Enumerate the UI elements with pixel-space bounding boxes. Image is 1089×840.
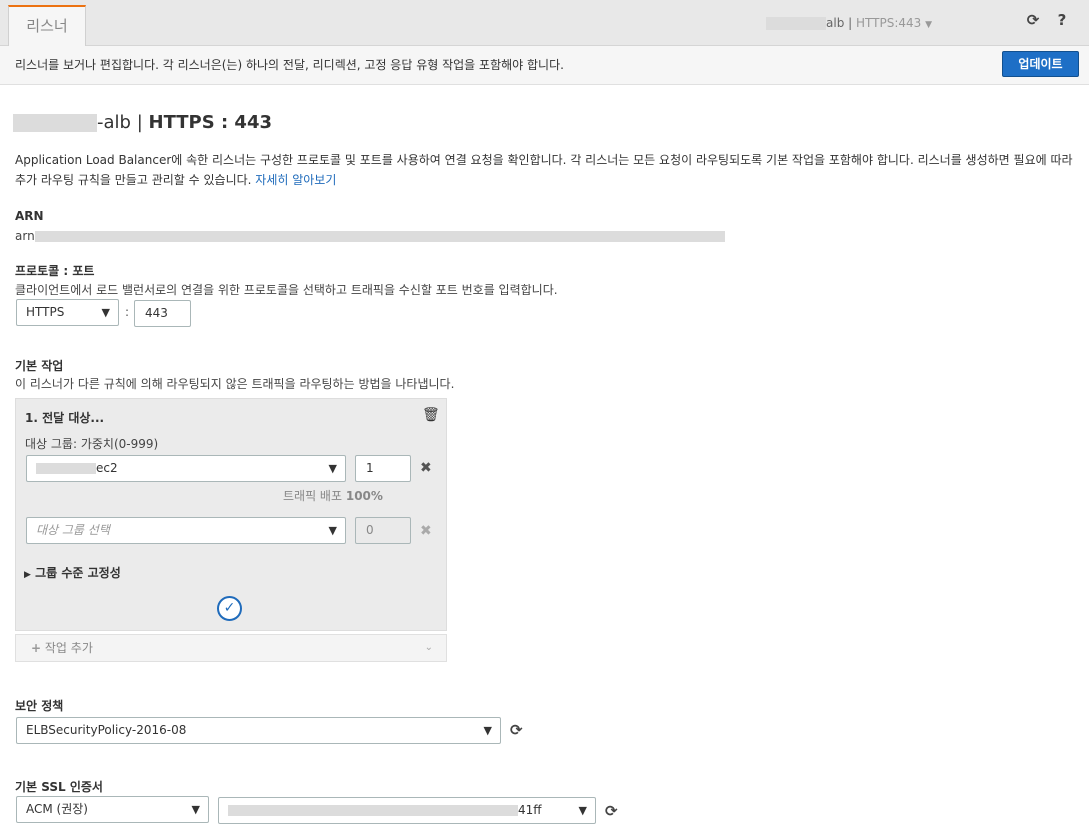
caret-down-icon: ▼ (483, 724, 492, 737)
redacted-lb-name (766, 17, 826, 30)
info-message: 리스너를 보거나 편집합니다. 각 리스너은(는) 하나의 전달, 리디렉션, … (15, 58, 564, 72)
title-separator: | (136, 112, 143, 133)
security-policy-select[interactable]: ELBSecurityPolicy-2016-08 ▼ (16, 717, 501, 744)
caret-down-icon: ▼ (578, 804, 587, 817)
traffic-distribution: 트래픽 배포 100% (283, 487, 383, 504)
colon-separator: : (125, 305, 130, 319)
caret-down-icon: ▼ (328, 524, 337, 537)
add-action-button[interactable]: + 작업 추가 ⌄ (15, 634, 447, 662)
arn-value: arn (15, 229, 725, 243)
action-title: 1. 전달 대상... (25, 411, 105, 425)
ssl-cert-label: 기본 SSL 인증서 (15, 780, 103, 794)
target-group-select[interactable]: ec2 ▼ (26, 455, 346, 482)
redacted-arn (34, 231, 725, 242)
protocol-port-label: 프로토콜 : 포트 (15, 264, 95, 278)
chevron-down-icon: ▼ (925, 20, 933, 30)
target-group-select-2[interactable]: 대상 그룹 선택 ▼ (26, 517, 346, 544)
title-protocol-port: HTTPS : 443 (148, 112, 273, 133)
certificate-select[interactable]: 41ff ▼ (218, 797, 596, 824)
refresh-icon[interactable]: ⟳ (1024, 11, 1042, 29)
traffic-value: 100% (345, 489, 383, 503)
page-description: Application Load Balancer에 속한 리스너는 구성한 프… (15, 150, 1085, 190)
arn-prefix: arn (15, 229, 35, 243)
caret-down-icon: ▼ (191, 803, 200, 816)
add-action-label: 작업 추가 (44, 641, 93, 655)
caret-right-icon: ▶ (24, 570, 31, 580)
tab-listeners[interactable]: 리스너 (8, 5, 86, 46)
target-group-label: 대상 그룹: 가중치(0-999) (25, 437, 159, 451)
refresh-policy-icon[interactable]: ⟳ (510, 721, 523, 739)
description-text: Application Load Balancer에 속한 리스너는 구성한 프… (15, 153, 1073, 187)
target-group-suffix: ec2 (96, 461, 118, 475)
remove-target-icon-2: ✖ (420, 523, 432, 539)
protocol-value: HTTPS (26, 305, 65, 319)
top-bar: 리스너 alb | HTTPS:443 ▼ ⟳ ? (0, 0, 1089, 46)
top-lb-suffix: alb | (826, 16, 853, 30)
cert-source-value: ACM (권장) (26, 802, 88, 816)
plus-icon: + (31, 641, 42, 655)
confirm-check-icon[interactable]: ✓ (217, 596, 242, 621)
security-policy-value: ELBSecurityPolicy-2016-08 (26, 723, 187, 737)
help-icon[interactable]: ? (1053, 11, 1071, 29)
caret-down-icon: ▼ (328, 462, 337, 475)
refresh-cert-icon[interactable]: ⟳ (605, 802, 618, 820)
redacted-target-group (36, 463, 96, 474)
traffic-label: 트래픽 배포 (283, 489, 343, 503)
protocol-select[interactable]: HTTPS ▼ (16, 299, 119, 326)
weight-input-2: 0 (355, 517, 411, 544)
info-bar: 리스너를 보거나 편집합니다. 각 리스너은(는) 하나의 전달, 리디렉션, … (0, 46, 1089, 85)
title-lb-suffix: -alb (97, 112, 131, 133)
stickiness-toggle[interactable]: ▶ 그룹 수준 고정성 (24, 564, 121, 581)
listener-selector[interactable]: alb | HTTPS:443 ▼ (766, 16, 932, 30)
caret-down-icon: ▼ (101, 306, 110, 319)
chevron-down-icon: ⌄ (424, 642, 433, 653)
redacted-lb-name (13, 114, 97, 132)
default-action-label: 기본 작업 (15, 359, 64, 373)
update-button[interactable]: 업데이트 (1002, 51, 1079, 77)
page-title: -alb | HTTPS : 443 (13, 112, 272, 133)
port-input[interactable]: 443 (134, 300, 191, 327)
default-action-help: 이 리스너가 다른 규칙에 의해 라우팅되지 않은 트래픽을 라우팅하는 방법을… (15, 377, 455, 391)
arn-label: ARN (15, 209, 44, 223)
cert-suffix: 41ff (518, 803, 542, 817)
protocol-port-help: 클라이언트에서 로드 밸런서로의 연결을 위한 프로토콜을 선택하고 트래픽을 … (15, 283, 558, 297)
stickiness-label: 그룹 수준 고정성 (35, 566, 121, 580)
target-group-placeholder: 대상 그룹 선택 (36, 523, 110, 537)
cert-source-select[interactable]: ACM (권장) ▼ (16, 796, 209, 823)
security-policy-label: 보안 정책 (15, 699, 64, 713)
learn-more-link[interactable]: 자세히 알아보기 (255, 173, 336, 187)
redacted-certificate (228, 805, 518, 816)
top-listener-value: HTTPS:443 (856, 16, 922, 30)
remove-target-icon[interactable]: ✖ (420, 460, 432, 476)
trash-icon[interactable]: 🗑 (422, 407, 440, 423)
weight-input[interactable]: 1 (355, 455, 411, 482)
